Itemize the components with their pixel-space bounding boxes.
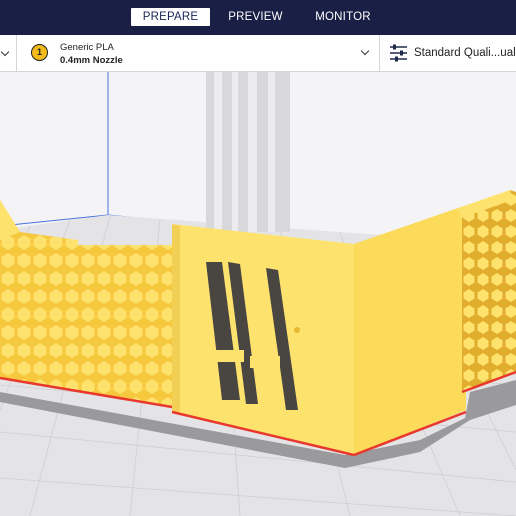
tab-prepare[interactable]: PREPARE [131,8,210,26]
tab-preview[interactable]: PREVIEW [219,8,292,26]
nozzle-size: 0.4mm Nozzle [60,55,123,66]
chevron-down-icon[interactable] [0,47,10,57]
extruder-icon: 1 [31,44,48,61]
settings-sliders-icon [390,44,407,62]
3d-viewport[interactable] [0,72,516,516]
tab-monitor[interactable]: MONITOR [305,8,381,26]
toolbar-divider [379,35,380,71]
prime-tower [206,72,290,232]
chevron-down-icon[interactable] [360,46,370,56]
toolbar: 1 Generic PLA 0.4mm Nozzle Standard Qual… [0,35,516,72]
material-name: Generic PLA [60,42,114,53]
toolbar-divider [16,35,17,71]
quality-profile: Standard Quali...uality [414,47,516,59]
top-bar: PREPARE PREVIEW MONITOR [0,0,516,35]
